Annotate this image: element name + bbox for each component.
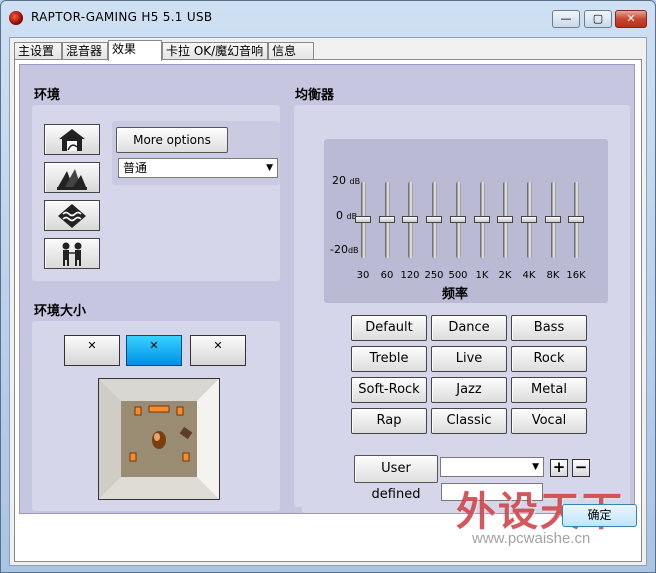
speaker-rear-right-icon [182,452,190,462]
db-top-label: 20 dB [332,174,360,187]
db-top-unit: dB [349,177,361,186]
speaker-front-left-icon [134,406,142,416]
eq-slider-thumb[interactable] [450,216,466,223]
preset-button-jazz[interactable]: Jazz [431,377,507,403]
window-title: RAPTOR-GAMING H5 5.1 USB [31,10,213,24]
chevron-down-icon: ▼ [266,163,273,173]
medium-room-icon: ✕ [149,339,163,352]
tab-mixer[interactable]: 混音器 [62,42,108,60]
tab-main-settings[interactable]: 主设置 [14,42,62,60]
remove-preset-button[interactable]: − [572,459,590,477]
tab-info[interactable]: 信息 [268,42,314,60]
opera-house-icon [57,169,87,190]
preset-button-rap[interactable]: Rap [351,408,427,434]
user-preset-select[interactable]: ▼ [440,457,544,477]
tab-karaoke[interactable]: 卡拉 OK/魔幻音响 [162,42,268,60]
room-preview [98,378,220,500]
preset-button-bass[interactable]: Bass [511,315,587,341]
eq-slider-thumb[interactable] [379,216,395,223]
env-people-button[interactable] [44,238,100,269]
more-options-button[interactable]: More options [116,127,228,153]
frequency-axis-label: 频率 [442,287,469,302]
environment-title: 环境 [34,88,61,103]
chevron-down-icon: ▼ [532,462,539,472]
eq-slider-thumb[interactable] [521,216,537,223]
small-room-icon: ✕ [87,339,101,352]
preset-button-vocal[interactable]: Vocal [511,408,587,434]
env-underwater-button[interactable] [44,200,100,231]
add-preset-button[interactable]: + [550,459,568,477]
eq-slider-thumb[interactable] [474,216,490,223]
preset-button-live[interactable]: Live [431,346,507,372]
preset-button-default[interactable]: Default [351,315,427,341]
env-opera-house-button[interactable] [44,162,100,193]
preset-button-treble[interactable]: Treble [351,346,427,372]
preset-button-soft-rock[interactable]: Soft-Rock [351,377,427,403]
speaker-center-icon [148,405,170,413]
house-icon [59,129,85,151]
preset-button-dance[interactable]: Dance [431,315,507,341]
size-medium-button[interactable]: ✕ [126,335,182,366]
environment-size-title: 环境大小 [34,304,87,319]
preset-button-rock[interactable]: Rock [511,346,587,372]
speaker-front-right-icon [176,406,184,416]
db-mid-label: 0 dB [336,209,357,222]
eq-slider-thumb[interactable] [426,216,442,223]
db-bottom-value: -20 [330,243,348,256]
effects-area: 环境 More options 普通 ▼ 环境大小 ✕ ✕ ✕ 均衡器 20 d… [19,64,635,514]
listener-icon [152,431,166,449]
app-window: RAPTOR-GAMING H5 5.1 USB — ▢ ✕ 主设置 混音器 效… [0,0,656,573]
db-bottom-unit: dB [347,246,359,255]
people-icon [62,242,82,266]
user-defined-button[interactable]: User defined [354,455,438,502]
large-room-icon: ✕ [213,339,227,352]
eq-slider-thumb[interactable] [497,216,513,223]
minimize-button[interactable]: — [552,10,580,28]
db-bottom-label: -20dB [330,243,359,256]
close-button[interactable]: ✕ [615,10,647,28]
title-bar[interactable]: RAPTOR-GAMING H5 5.1 USB — ▢ ✕ [1,1,655,35]
preset-button-metal[interactable]: Metal [511,377,587,403]
watermark-url: www.pcwaishe.cn [472,530,591,547]
eq-slider-thumb[interactable] [545,216,561,223]
size-small-button[interactable]: ✕ [64,335,120,366]
environment-select-value: 普通 [123,161,148,175]
size-large-button[interactable]: ✕ [190,335,246,366]
app-logo-icon [9,11,23,25]
env-house-button[interactable] [44,124,100,155]
maximize-button[interactable]: ▢ [584,10,612,28]
eq-slider-thumb[interactable] [402,216,418,223]
tab-effects[interactable]: 效果 [108,40,162,61]
room-diagram [99,379,219,499]
db-top-value: 20 [332,174,346,187]
environment-select[interactable]: 普通 ▼ [118,158,278,178]
underwater-icon [58,204,86,228]
eq-slider-thumb[interactable] [568,216,584,223]
db-mid-value: 0 [336,209,343,222]
preset-button-classic[interactable]: Classic [431,408,507,434]
eq-slider-thumb[interactable] [355,216,371,223]
ok-button[interactable]: 确定 [562,504,637,527]
equalizer-title: 均衡器 [295,88,335,103]
speaker-rear-left-icon [129,452,137,462]
eq-frequency-label: 16K [566,270,586,281]
